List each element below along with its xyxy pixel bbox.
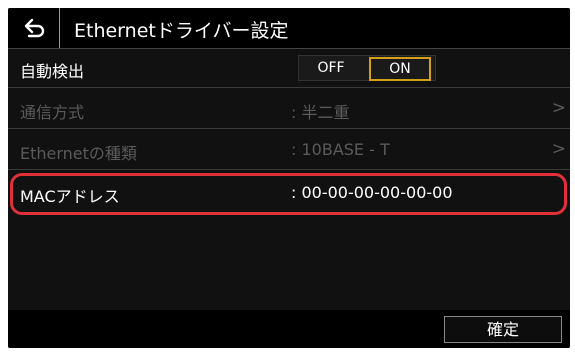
row-ethernet-type[interactable]: Ethernetの種類 : 10BASE - T > bbox=[8, 131, 570, 170]
toggle-off-option[interactable]: OFF bbox=[305, 59, 357, 77]
row-communication-mode[interactable]: 通信方式 : 半二重 > bbox=[8, 90, 570, 129]
auto-detect-label: 自動検出 bbox=[20, 62, 85, 81]
confirm-button[interactable]: 確定 bbox=[444, 316, 562, 343]
communication-mode-value: : 半二重 bbox=[291, 103, 350, 122]
settings-screen: Ethernetドライバー設定 自動検出 OFF ON 通信方式 : 半二重 >… bbox=[8, 8, 570, 348]
toggle-on-option[interactable]: ON bbox=[369, 57, 431, 81]
title-bar: Ethernetドライバー設定 bbox=[8, 8, 570, 49]
highlight-frame bbox=[10, 173, 567, 215]
ethernet-type-label: Ethernetの種類 bbox=[20, 144, 137, 163]
communication-mode-label: 通信方式 bbox=[20, 103, 85, 122]
row-auto-detect: 自動検出 OFF ON bbox=[8, 49, 570, 88]
page-title: Ethernetドライバー設定 bbox=[74, 20, 289, 42]
back-arrow-icon bbox=[24, 18, 45, 38]
chevron-right-icon: > bbox=[551, 98, 566, 118]
back-button[interactable] bbox=[8, 8, 60, 48]
auto-detect-toggle[interactable]: OFF ON bbox=[298, 55, 436, 81]
chevron-right-icon: > bbox=[551, 139, 566, 159]
bottom-bar: 確定 bbox=[8, 310, 570, 348]
ethernet-type-value: : 10BASE - T bbox=[291, 140, 390, 159]
